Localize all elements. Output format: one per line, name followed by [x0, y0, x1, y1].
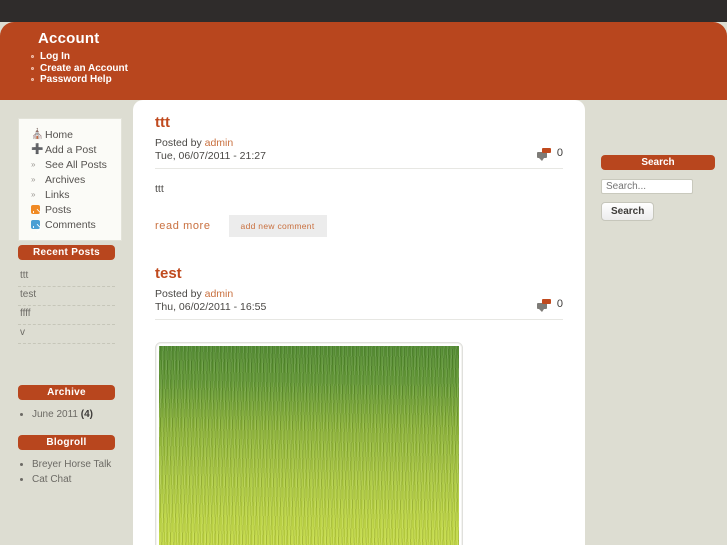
post: test Posted by admin Thu, 06/02/2011 - 1… — [133, 251, 585, 545]
post-title[interactable]: ttt — [155, 114, 563, 131]
sidebar-item-label: Add a Post — [45, 143, 97, 156]
sidebar-item-links[interactable]: » Links — [19, 187, 121, 202]
list-item[interactable]: v — [18, 325, 115, 344]
sidebar-item-label: Home — [45, 128, 74, 141]
recent-post-label: ffff — [20, 308, 31, 319]
post-date: Tue, 06/07/2011 - 21:27 — [155, 150, 266, 162]
list-item[interactable]: ttt — [18, 268, 115, 287]
sidebar-item-home[interactable]: ⛪ Home — [19, 127, 121, 142]
rss-icon-orange — [31, 205, 45, 214]
posted-by-label: Posted by — [155, 137, 202, 149]
comment-count: 0 — [556, 298, 563, 310]
recent-post-label: ttt — [20, 270, 29, 281]
sidebar-item-add-a-post[interactable]: ➕ Add a Post — [19, 142, 121, 157]
post-author[interactable]: admin — [205, 137, 234, 149]
post-image — [159, 346, 459, 545]
chevron-right-icon: » — [31, 190, 36, 199]
sidebar-item-comments-feed[interactable]: Comments — [19, 217, 121, 232]
sidebar-item-posts-feed[interactable]: Posts — [19, 202, 121, 217]
rss-icon-blue — [31, 220, 45, 229]
account-menu: Log In Create an Account Password Help — [17, 51, 161, 86]
post: ttt Posted by admin Tue, 06/07/2011 - 21… — [133, 100, 585, 251]
archive-heading: Archive — [18, 385, 115, 400]
post-meta: Posted by admin Tue, 06/07/2011 - 21:27 … — [155, 137, 563, 169]
sidebar-item-label: Links — [45, 188, 70, 201]
list-item[interactable]: Breyer Horse Talk — [32, 457, 133, 472]
post-meta: Posted by admin Thu, 06/02/2011 - 16:55 … — [155, 288, 563, 320]
post-author[interactable]: admin — [205, 288, 234, 300]
posted-by-label: Posted by — [155, 288, 202, 300]
main-content: ttt Posted by admin Tue, 06/07/2011 - 21… — [133, 100, 585, 545]
post-byline: Posted by admin — [155, 137, 563, 150]
comment-count-group[interactable]: 0 — [536, 298, 563, 312]
recent-posts-heading: Recent Posts — [18, 245, 115, 260]
sidebar-item-label: Comments — [45, 218, 96, 231]
comment-icon — [536, 298, 551, 312]
plus-icon: ➕ — [31, 144, 44, 155]
left-sidebar: ⛪ Home ➕ Add a Post » See All Posts » Ar… — [0, 100, 133, 545]
sidebar-item-label: Archives — [45, 173, 86, 186]
primary-nav: ⛪ Home ➕ Add a Post » See All Posts » Ar… — [18, 118, 122, 241]
post-byline: Posted by admin — [155, 288, 563, 301]
post-image-frame — [155, 342, 463, 545]
list-item[interactable]: ffff — [18, 306, 115, 325]
recent-post-label: v — [20, 327, 25, 338]
post-body: ttt — [155, 183, 164, 195]
archive-month-label: June 2011 — [32, 409, 78, 420]
blogroll-link-label: Breyer Horse Talk — [32, 459, 112, 470]
post-actions: read more add new comment — [155, 197, 563, 251]
blogroll-heading: Blogroll — [18, 435, 115, 450]
login-link[interactable]: Log In — [40, 51, 70, 62]
site-header: Account Log In Create an Account Passwor… — [0, 22, 727, 100]
top-bar — [0, 0, 727, 22]
recent-post-label: test — [20, 289, 37, 300]
sidebar-item-see-all-posts[interactable]: » See All Posts — [19, 157, 121, 172]
read-more-link[interactable]: read more — [155, 220, 211, 232]
sidebar-item-archives[interactable]: » Archives — [19, 172, 121, 187]
create-account-link[interactable]: Create an Account — [40, 63, 128, 74]
archive-count: (4) — [80, 409, 93, 420]
account-menu-item-login[interactable]: Log In — [31, 51, 161, 63]
search-input[interactable] — [601, 179, 693, 194]
post-date: Thu, 06/02/2011 - 16:55 — [155, 301, 267, 313]
comment-count: 0 — [556, 147, 563, 159]
account-menu-item-password-help[interactable]: Password Help — [31, 74, 161, 86]
chevron-right-icon: » — [31, 160, 36, 169]
page-title: Account — [38, 30, 100, 47]
comment-count-group[interactable]: 0 — [536, 147, 563, 161]
blogroll-link-label: Cat Chat — [32, 474, 72, 485]
home-icon: ⛪ — [31, 129, 44, 140]
search-heading: Search — [601, 155, 715, 170]
add-new-comment-button[interactable]: add new comment — [228, 215, 327, 237]
recent-posts-list: ttt test ffff v — [18, 268, 115, 344]
blogroll-list: Breyer Horse Talk Cat Chat — [0, 457, 133, 487]
account-menu-item-create-account[interactable]: Create an Account — [31, 63, 161, 75]
list-item[interactable]: June 2011 (4) — [32, 407, 133, 422]
archive-list: June 2011 (4) — [0, 407, 133, 422]
right-sidebar: Search Search — [585, 100, 727, 545]
comment-icon — [536, 147, 551, 161]
sidebar-item-label: Posts — [45, 203, 72, 216]
password-help-link[interactable]: Password Help — [40, 74, 112, 85]
search-button[interactable]: Search — [601, 202, 655, 221]
list-item[interactable]: test — [18, 287, 115, 306]
post-title[interactable]: test — [155, 265, 563, 282]
sidebar-item-label: See All Posts — [45, 158, 107, 171]
list-item[interactable]: Cat Chat — [32, 472, 133, 487]
chevron-right-icon: » — [31, 175, 36, 184]
